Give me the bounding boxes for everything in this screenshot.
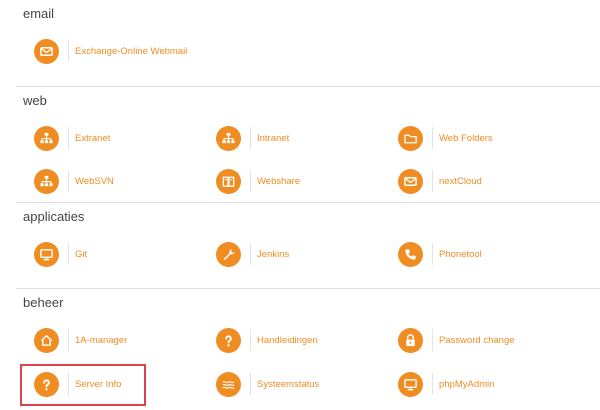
section-divider	[16, 288, 600, 289]
section-title-web: web	[23, 93, 47, 108]
network-icon	[34, 168, 59, 194]
waves-icon	[216, 371, 241, 397]
tile-divider	[68, 243, 69, 265]
tile-divider	[432, 373, 433, 395]
tile-nextcloud[interactable]: nextCloud	[398, 167, 482, 195]
monitor-icon	[34, 241, 59, 267]
tile-label: Web Folders	[439, 132, 493, 144]
tile-git[interactable]: Git	[34, 240, 87, 268]
network-icon	[34, 125, 59, 151]
section-divider	[16, 86, 600, 87]
tile-label: 1A-manager	[75, 334, 128, 346]
monitor-icon	[398, 371, 423, 397]
tile-label: Exchange-Online Webmail	[75, 45, 188, 57]
tile-divider	[68, 170, 69, 192]
tile-divider	[432, 329, 433, 351]
tile-label: nextCloud	[439, 175, 482, 187]
wrench-icon	[216, 241, 241, 267]
envelope-icon	[398, 168, 423, 194]
tile-exchange-online-webmail[interactable]: Exchange-Online Webmail	[34, 37, 187, 65]
tile-divider	[250, 373, 251, 395]
tile-systeemstatus[interactable]: Systeemstatus	[216, 370, 319, 398]
tile-jenkins[interactable]: Jenkins	[216, 240, 289, 268]
tile-divider	[432, 170, 433, 192]
section-title-beheer: beheer	[23, 295, 64, 310]
highlight-box	[20, 364, 146, 406]
tile-phpmyadmin[interactable]: phpMyAdmin	[398, 370, 494, 398]
book-icon	[216, 168, 241, 194]
tile-label: Password change	[439, 334, 515, 346]
tile-label: Intranet	[257, 132, 290, 144]
tile-label: Webshare	[257, 175, 301, 187]
lock-icon	[398, 327, 423, 353]
tile-label: Jenkins	[257, 248, 290, 260]
tile-1a-manager[interactable]: 1A-manager	[34, 326, 127, 354]
tile-label: WebSVN	[75, 175, 114, 187]
tile-intranet[interactable]: Intranet	[216, 124, 289, 152]
tile-label: Handleidingen	[257, 334, 318, 346]
tile-divider	[250, 127, 251, 149]
tile-extranet[interactable]: Extranet	[34, 124, 110, 152]
tile-websvn[interactable]: WebSVN	[34, 167, 114, 195]
home-icon	[34, 327, 59, 353]
tile-handleidingen[interactable]: Handleidingen	[216, 326, 318, 354]
tile-divider	[432, 127, 433, 149]
tile-label: phpMyAdmin	[439, 378, 495, 390]
section-title-email: email	[23, 6, 55, 21]
tile-label: Git	[75, 248, 88, 260]
tile-password-change[interactable]: Password change	[398, 326, 515, 354]
tile-divider	[250, 329, 251, 351]
tile-divider	[250, 170, 251, 192]
phone-icon	[398, 241, 423, 267]
tile-label: Systeemstatus	[257, 378, 320, 390]
question-icon	[216, 327, 241, 353]
tile-label: Phonetool	[439, 248, 482, 260]
tile-divider	[68, 40, 69, 62]
tile-web-folders[interactable]: Web Folders	[398, 124, 493, 152]
tile-phonetool[interactable]: Phonetool	[398, 240, 482, 268]
folder-icon	[398, 125, 423, 151]
tile-divider	[432, 243, 433, 265]
envelope-icon	[34, 38, 59, 64]
tile-divider	[68, 127, 69, 149]
tile-divider	[68, 329, 69, 351]
tile-webshare[interactable]: Webshare	[216, 167, 300, 195]
section-divider	[16, 202, 600, 203]
tile-label: Extranet	[75, 132, 111, 144]
network-icon	[216, 125, 241, 151]
section-title-applicaties: applicaties	[23, 209, 85, 224]
tile-divider	[250, 243, 251, 265]
